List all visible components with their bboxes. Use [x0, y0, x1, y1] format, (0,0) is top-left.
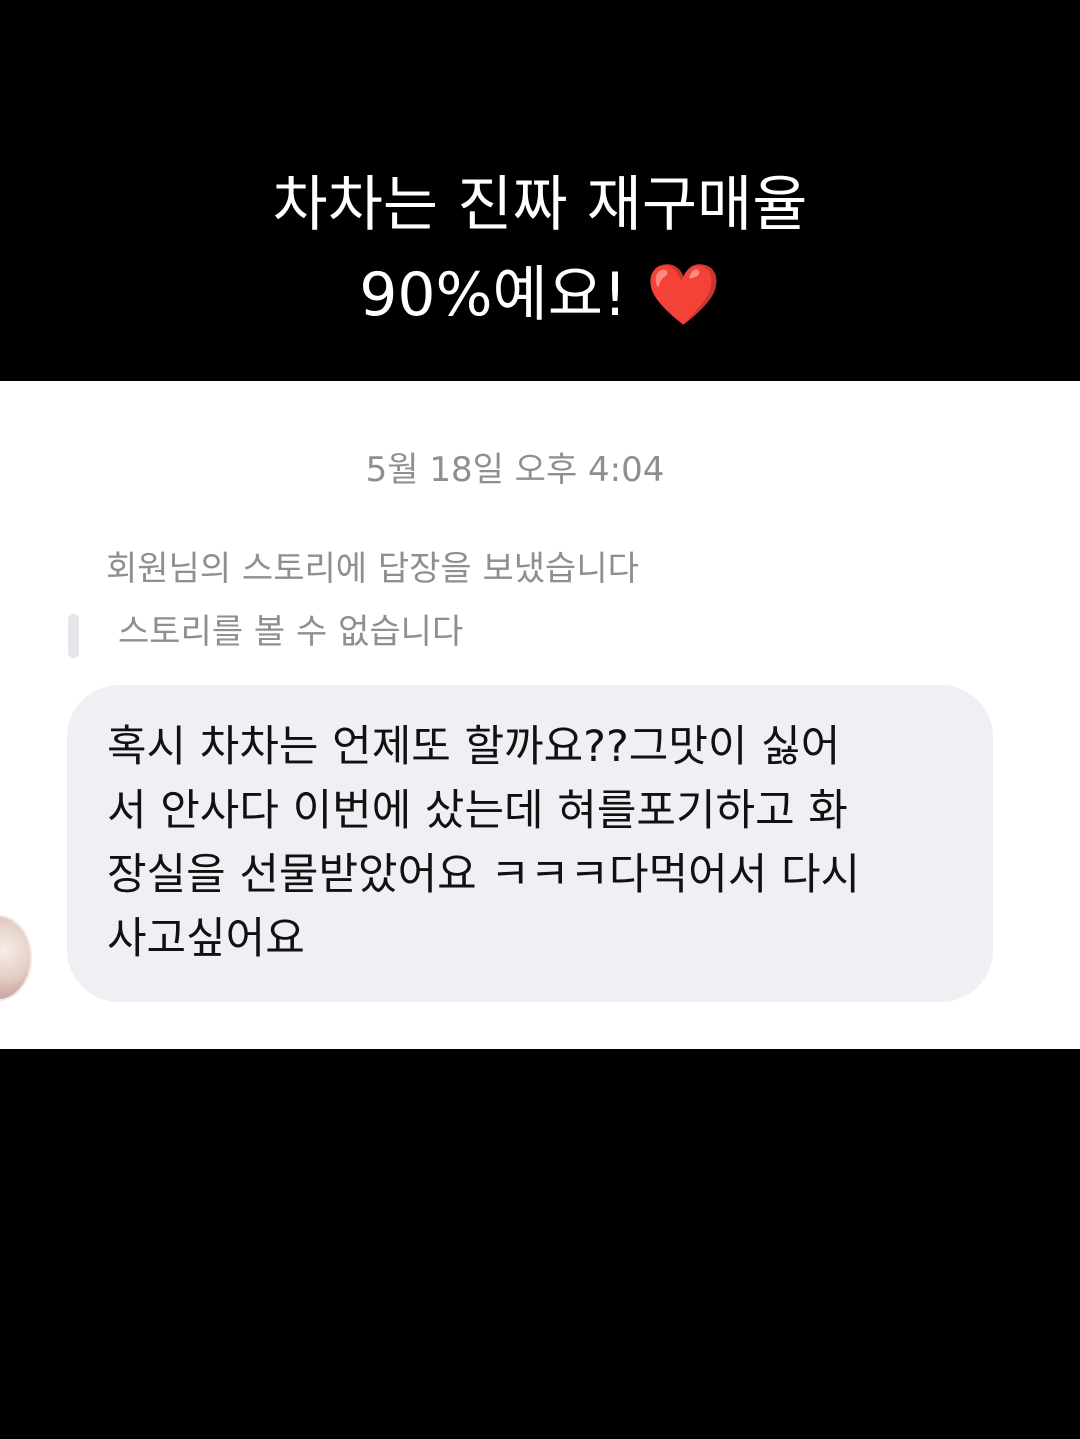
story-unavailable-label: 스토리를 볼 수 없습니다 — [118, 612, 464, 652]
message-timestamp: 5월 18일 오후 4:04 — [365, 450, 665, 490]
story-reply-note: 회원님의 스토리에 답장을 보냈습니다 — [106, 549, 639, 589]
dm-screenshot-panel: 5월 18일 오후 4:04 회원님의 스토리에 답장을 보냈습니다 스토리를 … — [0, 381, 1080, 1049]
caption-line-2-text: 90%예요! — [359, 260, 627, 330]
caption: 차차는 진짜 재구매율 90%예요! ❤️ — [0, 160, 1080, 340]
heart-icon: ❤️ — [646, 260, 721, 330]
sender-avatar[interactable] — [0, 915, 32, 1001]
story-quote-bar — [68, 614, 79, 658]
message-text: 혹시 차차는 언제또 할까요??그맛이 싫어 서 안사다 이번에 샀는데 혀를포… — [107, 722, 861, 964]
message-bubble[interactable]: 혹시 차차는 언제또 할까요??그맛이 싫어 서 안사다 이번에 샀는데 혀를포… — [67, 685, 993, 1002]
caption-line-1: 차차는 진짜 재구매율 — [272, 170, 808, 240]
caption-line-2: 90%예요! ❤️ — [0, 250, 1080, 340]
